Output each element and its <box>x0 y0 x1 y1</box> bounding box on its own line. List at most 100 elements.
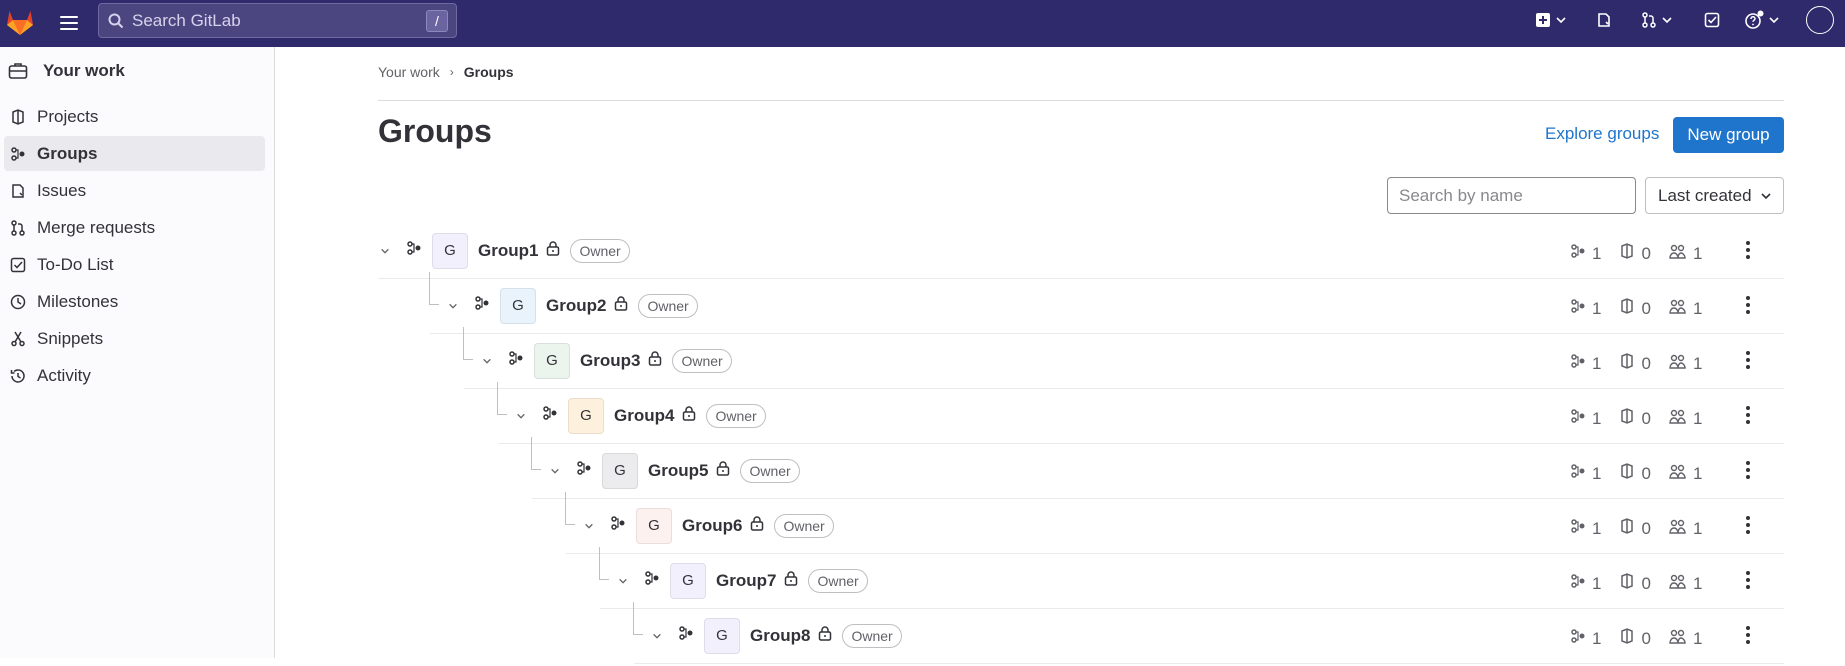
sidebar-item-snippets[interactable]: Snippets <box>4 321 265 356</box>
explore-groups-link[interactable]: Explore groups <box>1545 124 1659 144</box>
subgroup-icon <box>1570 353 1592 374</box>
more-actions-icon[interactable] <box>1738 455 1758 485</box>
projects-count: 0 <box>1619 573 1651 594</box>
group-stats: 1 0 1 <box>1570 226 1720 281</box>
sidebar-item-projects[interactable]: Projects <box>4 99 265 134</box>
group-avatar[interactable]: G <box>704 617 740 654</box>
chevron-down-icon[interactable] <box>378 246 392 256</box>
chevron-down-icon[interactable] <box>514 411 528 421</box>
subgroup-icon <box>1570 463 1592 484</box>
subgroup-icon <box>1570 573 1592 594</box>
group-name-link[interactable]: Group2 <box>546 296 606 316</box>
gitlab-logo[interactable] <box>4 6 36 38</box>
sidebar-item-issues[interactable]: Issues <box>4 173 265 208</box>
lock-icon <box>546 240 560 261</box>
todo-button[interactable] <box>1704 8 1720 32</box>
lock-icon <box>648 350 662 371</box>
subgroups-count-value: 1 <box>1592 628 1602 648</box>
chevron-down-icon[interactable] <box>548 466 562 476</box>
chevron-down-icon <box>1662 17 1672 24</box>
more-actions-icon[interactable] <box>1738 290 1758 320</box>
group-row[interactable]: G Group4 Owner <box>514 388 766 443</box>
members-count-value: 1 <box>1692 298 1703 318</box>
group-row[interactable]: G Group6 Owner <box>582 498 834 553</box>
menu-icon[interactable] <box>57 11 81 35</box>
group-row[interactable]: G Group8 Owner <box>650 608 902 663</box>
subgroup-icon <box>508 350 524 371</box>
group-row[interactable]: G Group7 Owner <box>616 553 868 608</box>
avatar[interactable] <box>1806 6 1834 34</box>
breadcrumb-root[interactable]: Your work <box>378 64 440 80</box>
projects-count-value: 0 <box>1641 408 1651 428</box>
chevron-down-icon[interactable] <box>650 631 664 641</box>
group-name-link[interactable]: Group4 <box>614 406 674 426</box>
search-by-name-input[interactable]: Search by name <box>1387 177 1636 214</box>
sort-dropdown[interactable]: Last created <box>1645 177 1784 214</box>
lock-icon <box>750 515 764 536</box>
group-stats: 1 0 1 <box>1570 391 1720 446</box>
work-icon <box>8 63 28 79</box>
more-actions-icon[interactable] <box>1738 510 1758 540</box>
breadcrumb-current[interactable]: Groups <box>464 64 514 80</box>
role-badge: Owner <box>672 348 732 373</box>
group-name-link[interactable]: Group1 <box>478 241 538 261</box>
plus-square-icon <box>1536 13 1550 27</box>
breadcrumb: Your work › Groups <box>378 64 514 80</box>
chevron-down-icon[interactable] <box>616 576 630 586</box>
issues-button[interactable] <box>1596 8 1612 32</box>
chevron-down-icon[interactable] <box>582 521 596 531</box>
new-group-button[interactable]: New group <box>1673 117 1784 153</box>
project-icon <box>1619 463 1641 484</box>
group-avatar[interactable]: G <box>500 287 536 324</box>
group-name-link[interactable]: Group5 <box>648 461 708 481</box>
merge-requests-button[interactable] <box>1641 8 1673 32</box>
group-row[interactable]: G Group2 Owner <box>446 278 698 333</box>
members-icon <box>1669 298 1693 319</box>
subgroup-icon <box>678 625 694 646</box>
sidebar-item-activity[interactable]: Activity <box>4 358 265 393</box>
divider <box>378 100 1784 101</box>
subgroups-count-value: 1 <box>1592 518 1602 538</box>
sidebar-item-todo-list[interactable]: To-Do List <box>4 247 265 282</box>
group-row[interactable]: G Group5 Owner <box>548 443 800 498</box>
more-actions-icon[interactable] <box>1738 565 1758 595</box>
group-avatar[interactable]: G <box>534 342 570 379</box>
group-name-link[interactable]: Group6 <box>682 516 742 536</box>
more-actions-icon[interactable] <box>1738 400 1758 430</box>
group-name-link[interactable]: Group7 <box>716 571 776 591</box>
sidebar-item-merge-requests[interactable]: Merge requests <box>4 210 265 245</box>
more-actions-icon[interactable] <box>1738 345 1758 375</box>
group-avatar[interactable]: G <box>636 507 672 544</box>
clock-icon <box>10 294 26 309</box>
more-actions-icon[interactable] <box>1738 620 1758 650</box>
subgroups-count-value: 1 <box>1592 408 1602 428</box>
group-avatar[interactable]: G <box>670 562 706 599</box>
subgroup-icon <box>474 295 490 316</box>
members-count-value: 1 <box>1692 463 1703 483</box>
group-name-link[interactable]: Group8 <box>750 626 810 646</box>
group-avatar[interactable]: G <box>568 397 604 434</box>
create-new-button[interactable] <box>1535 8 1567 32</box>
chevron-down-icon <box>1556 17 1566 24</box>
group-row[interactable]: G Group3 Owner <box>480 333 732 388</box>
sidebar-header[interactable]: Your work <box>8 57 125 85</box>
sidebar-item-groups[interactable]: Groups <box>4 136 265 171</box>
members-icon <box>1669 573 1693 594</box>
subgroup-icon <box>644 570 660 591</box>
group-avatar[interactable]: G <box>432 232 468 269</box>
sidebar-item-milestones[interactable]: Milestones <box>4 284 265 319</box>
members-count-value: 1 <box>1692 408 1703 428</box>
group-name-link[interactable]: Group3 <box>580 351 640 371</box>
role-badge: Owner <box>740 458 800 483</box>
chevron-down-icon[interactable] <box>480 356 494 366</box>
group-row[interactable]: G Group1 Owner <box>378 223 630 278</box>
role-badge: Owner <box>570 238 630 263</box>
members-icon <box>1669 463 1693 484</box>
help-button[interactable] <box>1744 8 1780 32</box>
chevron-down-icon[interactable] <box>446 301 460 311</box>
global-search[interactable]: Search GitLab / <box>98 3 457 38</box>
subgroups-count-value: 1 <box>1592 243 1602 263</box>
search-icon <box>108 13 124 28</box>
group-avatar[interactable]: G <box>602 452 638 489</box>
more-actions-icon[interactable] <box>1738 235 1758 265</box>
